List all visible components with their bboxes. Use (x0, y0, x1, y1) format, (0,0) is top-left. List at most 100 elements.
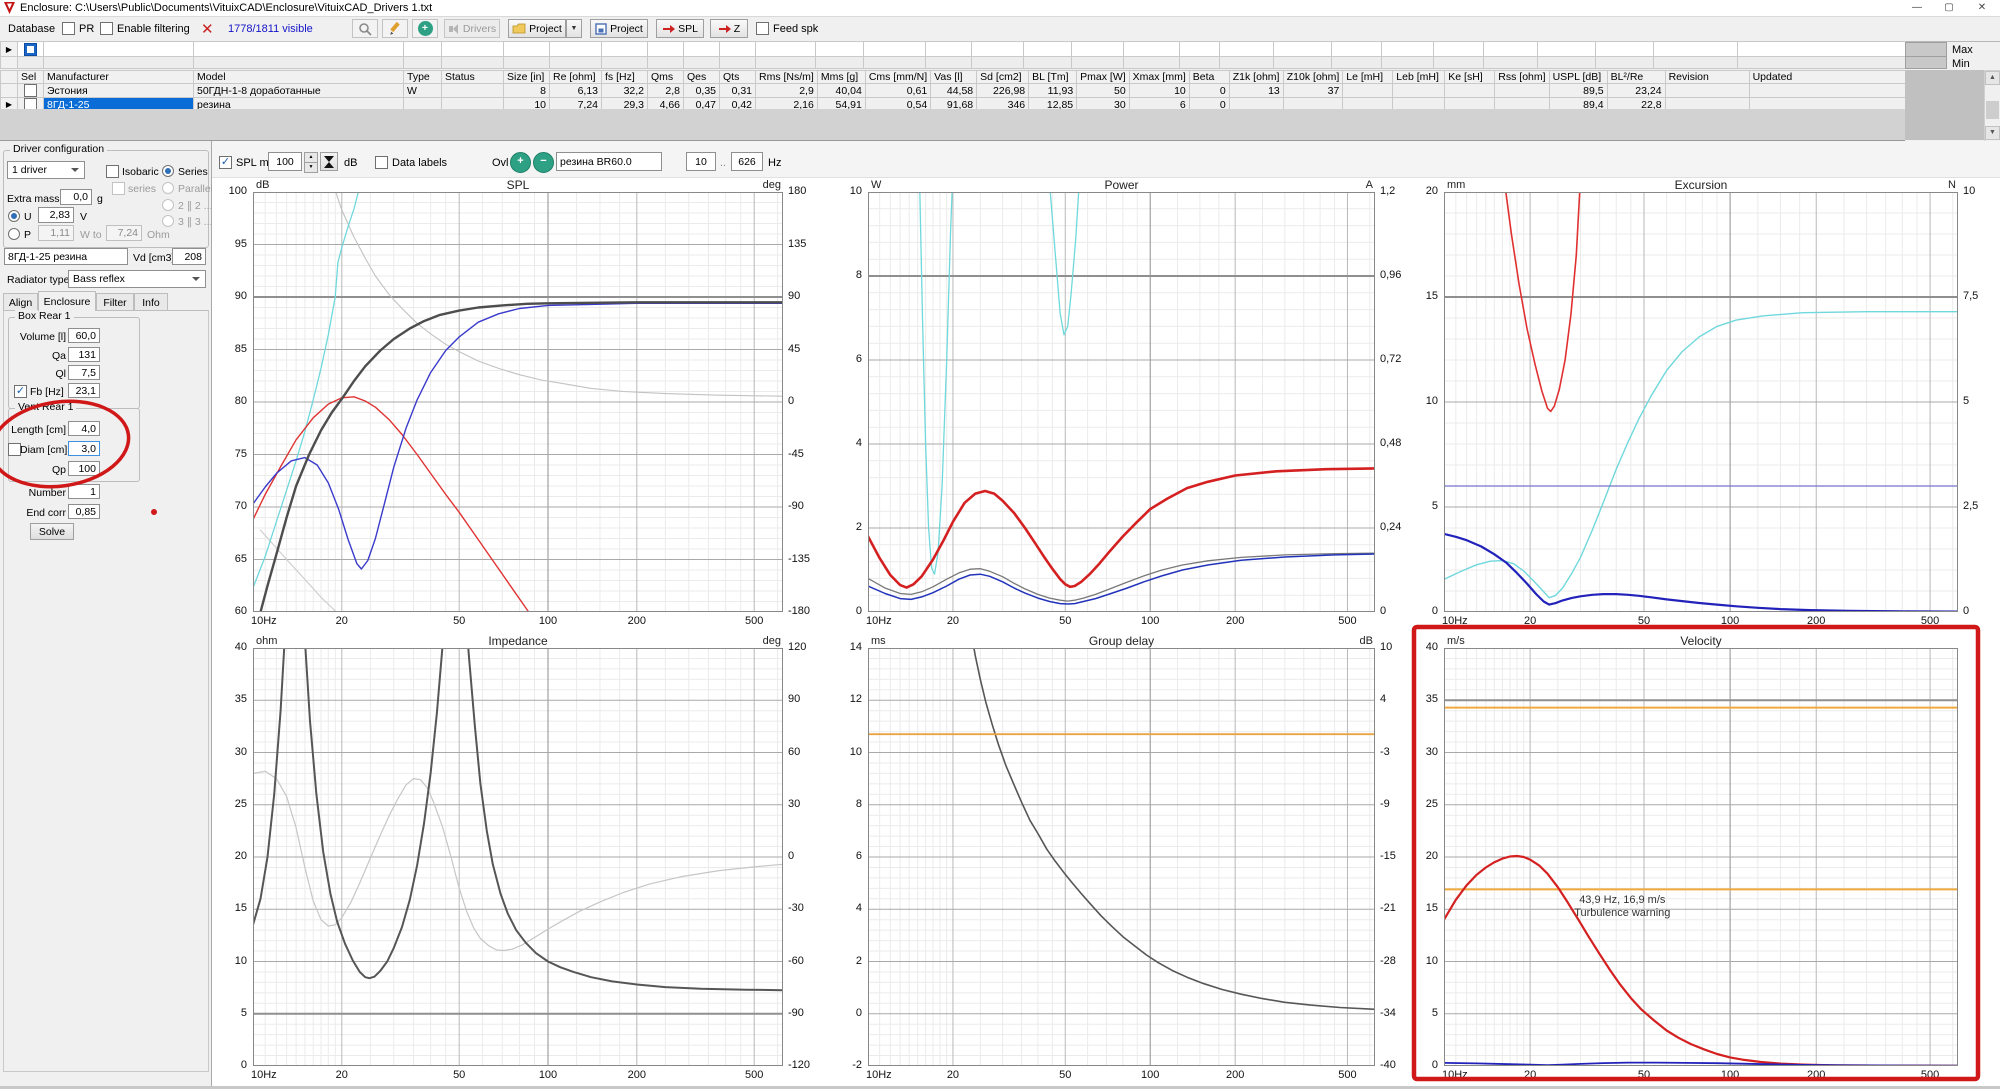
filter-cell[interactable] (504, 42, 550, 57)
filter-cell[interactable] (550, 57, 602, 69)
column-header[interactable]: Rms [Ns/m] (756, 71, 818, 84)
cell[interactable]: 11,93 (1029, 84, 1077, 98)
column-header[interactable]: Pmax [W] (1077, 71, 1130, 84)
add-button[interactable]: + (412, 19, 438, 38)
scroll-down-icon[interactable]: ▼ (1985, 126, 2000, 140)
column-header[interactable]: Ke [sH] (1445, 71, 1495, 84)
filter-cell[interactable] (1024, 57, 1072, 69)
column-header[interactable]: Leb [mH] (1393, 71, 1445, 84)
fb-field[interactable]: 23,1 (68, 383, 100, 398)
cell[interactable]: 0 (1189, 84, 1229, 98)
filter-cell[interactable] (972, 57, 1024, 69)
filter-cell[interactable] (550, 42, 602, 57)
filter-cell[interactable] (44, 42, 194, 57)
voltage-field[interactable]: 2,83 (38, 207, 74, 223)
filter-cell[interactable] (1382, 42, 1434, 57)
filter-cell[interactable] (756, 57, 816, 69)
column-header[interactable]: Updated (1749, 71, 1917, 84)
search-button[interactable] (352, 19, 378, 38)
filter-cell[interactable] (756, 42, 816, 57)
driver-name-field[interactable]: 8ГД-1-25 резина (4, 248, 128, 265)
filter-cell[interactable] (404, 57, 442, 69)
filter-cell[interactable] (1538, 42, 1596, 57)
filter-cell[interactable] (864, 42, 926, 57)
filter-cell[interactable] (926, 42, 972, 57)
export-spl-button[interactable]: SPL (656, 19, 704, 38)
column-header[interactable]: Status (442, 71, 504, 84)
column-header[interactable]: Sd [cm2] (977, 71, 1029, 84)
filter-cell[interactable] (1596, 42, 1654, 57)
column-header[interactable]: Vas [l] (931, 71, 977, 84)
filter-cell[interactable] (442, 42, 504, 57)
spin-up-icon[interactable]: ▲ (304, 152, 318, 163)
autoscale-button[interactable] (320, 152, 338, 171)
cell[interactable]: 2,9 (756, 84, 818, 98)
column-header[interactable]: Qms (648, 71, 684, 84)
series-checkbox[interactable] (112, 182, 125, 195)
number-field[interactable]: 1 (68, 484, 100, 499)
diam-field[interactable]: 3,0 (68, 441, 100, 456)
clear-filter-icon[interactable]: ✕ (201, 20, 214, 38)
cell[interactable]: 8 (504, 84, 550, 98)
filter-cell[interactable] (1654, 42, 1738, 57)
cell[interactable]: 0,31 (720, 84, 756, 98)
filter-cell[interactable] (194, 57, 404, 69)
edit-button[interactable] (382, 19, 408, 38)
fb-checkbox[interactable]: ✓ (14, 385, 27, 398)
solve-button[interactable]: Solve (30, 523, 74, 540)
qp-field[interactable]: 100 (68, 461, 100, 476)
enable-filtering-checkbox[interactable] (100, 22, 113, 35)
filter-cell[interactable] (684, 57, 720, 69)
filter-cell[interactable] (1738, 57, 1906, 69)
row-marker[interactable] (1, 84, 18, 98)
combo2-radio[interactable] (162, 199, 174, 211)
cell[interactable] (1445, 84, 1495, 98)
spl-max-field[interactable]: 100 (268, 152, 302, 171)
scroll-up-icon[interactable]: ▲ (1985, 71, 2000, 85)
column-header[interactable]: Manufacturer (44, 71, 194, 84)
series-radio[interactable] (162, 165, 174, 177)
row-select-checkbox[interactable] (24, 84, 37, 97)
filter-cell[interactable] (1274, 42, 1332, 57)
filter-cell[interactable] (404, 42, 442, 57)
filter-cell[interactable] (684, 42, 720, 57)
column-header[interactable]: Z10k [ohm] (1283, 71, 1343, 84)
filter-cell[interactable] (1434, 57, 1484, 69)
freq-max-field[interactable]: 626 (731, 152, 763, 171)
feed-spk-checkbox[interactable] (756, 22, 769, 35)
column-header[interactable]: Revision (1665, 71, 1749, 84)
project-save-button[interactable]: Project (590, 19, 648, 38)
column-header[interactable]: Beta (1189, 71, 1229, 84)
cell[interactable]: 32,2 (602, 84, 648, 98)
overlay-remove-button[interactable]: − (533, 152, 554, 173)
power-radio[interactable] (8, 228, 20, 240)
cell[interactable]: 89,5 (1549, 84, 1607, 98)
close-button[interactable]: ✕ (1966, 0, 1998, 16)
cell[interactable]: 0,35 (684, 84, 720, 98)
spl-max-spinner[interactable]: ▲ ▼ (304, 152, 318, 171)
filter-cell[interactable] (602, 57, 648, 69)
cell[interactable] (1393, 84, 1445, 98)
cell[interactable] (442, 84, 504, 98)
filter-cell[interactable] (18, 42, 44, 57)
cell[interactable]: 40,04 (817, 84, 865, 98)
cell[interactable] (1343, 84, 1393, 98)
filter-cell[interactable] (1124, 57, 1180, 69)
cell[interactable]: 44,58 (931, 84, 977, 98)
parallel-radio[interactable] (162, 182, 174, 194)
maximize-button[interactable]: ▢ (1934, 0, 1964, 16)
filter-cell[interactable] (1484, 42, 1538, 57)
column-header[interactable]: BL²/Re (1607, 71, 1665, 84)
filter-cell[interactable] (1332, 57, 1382, 69)
column-header[interactable]: Size [in] (504, 71, 550, 84)
combo3-radio[interactable] (162, 215, 174, 227)
isobaric-checkbox[interactable] (106, 165, 119, 178)
filter-cell[interactable] (1274, 57, 1332, 69)
column-header[interactable]: BL [Tm] (1029, 71, 1077, 84)
overlay-name-field[interactable]: резина BR60.0 (556, 152, 662, 171)
filter-cell[interactable] (720, 57, 756, 69)
spl-max-checkbox[interactable]: ✓ (219, 156, 232, 169)
column-header[interactable]: USPL [dB] (1549, 71, 1607, 84)
tab-align[interactable]: Align (3, 293, 38, 311)
filter-cell[interactable] (1124, 42, 1180, 57)
